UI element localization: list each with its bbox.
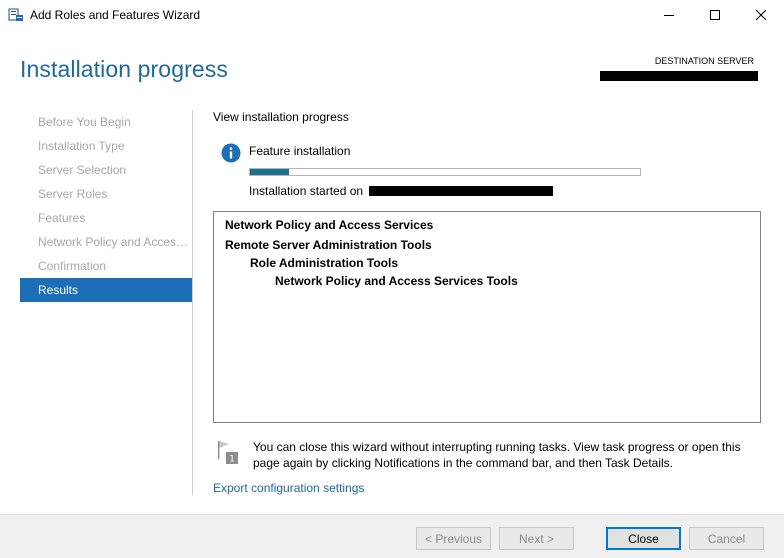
notification-flag-icon: 1 <box>216 439 240 465</box>
nav-item-before-you-begin[interactable]: Before You Begin <box>20 110 192 134</box>
progress-fill <box>250 169 289 175</box>
window-title: Add Roles and Features Wizard <box>30 8 201 22</box>
previous-button[interactable]: < Previous <box>416 527 491 550</box>
export-configuration-link[interactable]: Export configuration settings <box>213 481 364 495</box>
flag-badge-number: 1 <box>229 455 235 465</box>
list-item: Remote Server Administration Tools <box>225 238 432 252</box>
results-list[interactable]: Network Policy and Access Services Remot… <box>213 211 761 423</box>
nav-item-server-selection[interactable]: Server Selection <box>20 158 192 182</box>
nav-item-confirmation[interactable]: Confirmation <box>20 254 192 278</box>
installation-started-label: Installation started on <box>249 184 364 198</box>
list-item: Role Administration Tools <box>250 256 399 270</box>
info-icon <box>221 143 241 163</box>
installation-started-redacted <box>369 186 553 196</box>
wizard-footer: < Previous Next > Close Cancel <box>0 514 784 558</box>
next-button[interactable]: Next > <box>499 527 574 550</box>
maximize-icon <box>710 10 720 20</box>
close-window-button[interactable] <box>738 0 784 30</box>
wizard-header: Installation progress DESTINATION SERVER <box>0 30 784 102</box>
server-manager-icon <box>8 7 24 23</box>
destination-server-label: DESTINATION SERVER <box>654 56 754 66</box>
nav-item-network-policy[interactable]: Network Policy and Access Services <box>20 230 192 254</box>
view-progress-heading: View installation progress <box>213 110 349 124</box>
wizard-nav: Before You Begin Installation Type Serve… <box>20 110 192 302</box>
destination-server-redacted <box>600 71 758 81</box>
title-bar[interactable]: Add Roles and Features Wizard <box>0 0 784 30</box>
maximize-button[interactable] <box>692 0 738 30</box>
nav-item-features[interactable]: Features <box>20 206 192 230</box>
nav-item-server-roles[interactable]: Server Roles <box>20 182 192 206</box>
nav-item-installation-type[interactable]: Installation Type <box>20 134 192 158</box>
cancel-button[interactable]: Cancel <box>689 527 764 550</box>
close-button[interactable]: Close <box>606 527 681 550</box>
minimize-button[interactable] <box>646 0 692 30</box>
feature-installation-label: Feature installation <box>249 144 351 158</box>
list-item: Network Policy and Access Services <box>225 218 434 232</box>
nav-divider <box>192 110 193 495</box>
installation-progress-bar <box>249 168 641 176</box>
close-icon <box>756 10 766 20</box>
close-wizard-note: You can close this wizard without interr… <box>253 440 741 470</box>
list-item: Network Policy and Access Services Tools <box>275 274 518 288</box>
minimize-icon <box>664 15 674 16</box>
nav-item-results[interactable]: Results <box>20 278 192 302</box>
page-title: Installation progress <box>20 56 228 82</box>
